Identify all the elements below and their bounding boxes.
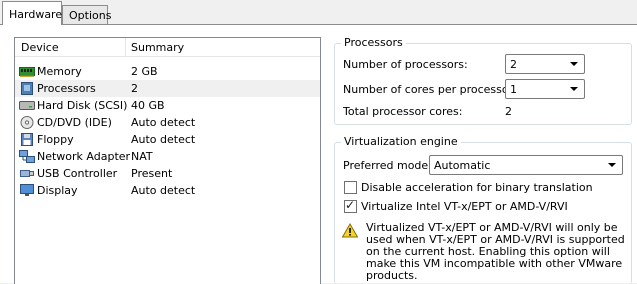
hardware-panel: Device Summary Memory 2 GB Processors 2 — [0, 24, 637, 284]
device-name: Hard Disk (SCSI) — [37, 99, 128, 112]
device-summary: 40 GB — [131, 99, 165, 112]
device-name: Floppy — [37, 133, 74, 146]
floppy-icon — [21, 133, 33, 146]
num-processors-value: 2 — [510, 58, 517, 71]
tab-options[interactable]: Options — [62, 5, 111, 24]
device-name: USB Controller — [37, 167, 118, 180]
virtualize-vtx-label[interactable]: Virtualize Intel VT-x/EPT or AMD-V/RVI — [361, 200, 568, 213]
hard-disk-icon — [19, 101, 35, 110]
device-name: Network Adapter — [37, 150, 131, 163]
device-summary: Auto detect — [131, 116, 196, 129]
preferred-mode-label: Preferred mode: — [343, 159, 432, 172]
device-row-cd-dvd[interactable]: CD/DVD (IDE) Auto detect — [15, 114, 320, 131]
cores-per-processor-select[interactable]: 1 — [505, 79, 585, 99]
device-name: Display — [37, 184, 78, 197]
disable-acceleration-label[interactable]: Disable acceleration for binary translat… — [361, 181, 593, 194]
device-summary: 2 — [131, 82, 138, 95]
virtualize-vtx-checkbox[interactable]: ✓ — [344, 198, 357, 213]
device-summary: 2 GB — [131, 65, 158, 78]
network-adapter-icon — [19, 150, 35, 163]
tab-strip: Hardware Options — [0, 0, 637, 25]
chevron-down-icon — [570, 87, 578, 91]
cores-per-processor-value: 1 — [510, 83, 517, 96]
num-processors-label: Number of processors: — [343, 58, 468, 71]
device-row-memory[interactable]: Memory 2 GB — [15, 63, 320, 80]
device-name: Memory — [37, 65, 82, 78]
preferred-mode-value: Automatic — [434, 159, 491, 172]
cores-per-processor-label: Number of cores per processor: — [343, 83, 517, 96]
disable-acceleration-checkbox[interactable] — [344, 181, 357, 194]
device-name: CD/DVD (IDE) — [37, 116, 112, 129]
warning-icon — [342, 223, 358, 238]
checkmark-icon: ✓ — [345, 198, 356, 212]
chevron-down-icon — [570, 62, 578, 66]
preferred-mode-select[interactable]: Automatic — [429, 155, 623, 175]
device-summary: Present — [131, 167, 173, 180]
processor-icon — [21, 82, 33, 95]
virtualization-engine-group-title: Virtualization engine — [341, 135, 461, 148]
total-cores-value: 2 — [505, 105, 512, 118]
device-summary: Auto detect — [131, 133, 196, 146]
device-row-usb-controller[interactable]: USB Controller Present — [15, 165, 320, 182]
column-separator[interactable] — [125, 38, 126, 57]
device-row-processors[interactable]: Processors 2 — [15, 80, 320, 97]
usb-icon — [20, 170, 34, 177]
device-row-network-adapter[interactable]: Network Adapter NAT — [15, 148, 320, 165]
processors-group-title: Processors — [341, 36, 406, 49]
device-list[interactable]: Device Summary Memory 2 GB Processors 2 — [14, 37, 321, 284]
device-list-header: Device Summary — [15, 38, 320, 57]
tab-hardware[interactable]: Hardware — [2, 1, 62, 25]
device-summary: NAT — [131, 150, 153, 163]
device-summary: Auto detect — [131, 184, 196, 197]
column-header-summary[interactable]: Summary — [131, 41, 184, 54]
display-icon — [20, 184, 34, 196]
device-row-display[interactable]: Display Auto detect — [15, 182, 320, 199]
cd-dvd-icon — [20, 116, 34, 129]
device-row-hard-disk[interactable]: Hard Disk (SCSI) 40 GB — [15, 97, 320, 114]
device-row-floppy[interactable]: Floppy Auto detect — [15, 131, 320, 148]
column-header-device[interactable]: Device — [21, 41, 59, 54]
vtx-warning-text: Virtualized VT-x/EPT or AMD-V/RVI will o… — [366, 221, 625, 282]
total-cores-label: Total processor cores: — [343, 105, 463, 118]
memory-icon — [19, 67, 35, 77]
num-processors-select[interactable]: 2 — [505, 54, 585, 74]
chevron-down-icon — [608, 163, 616, 167]
device-name: Processors — [37, 82, 96, 95]
